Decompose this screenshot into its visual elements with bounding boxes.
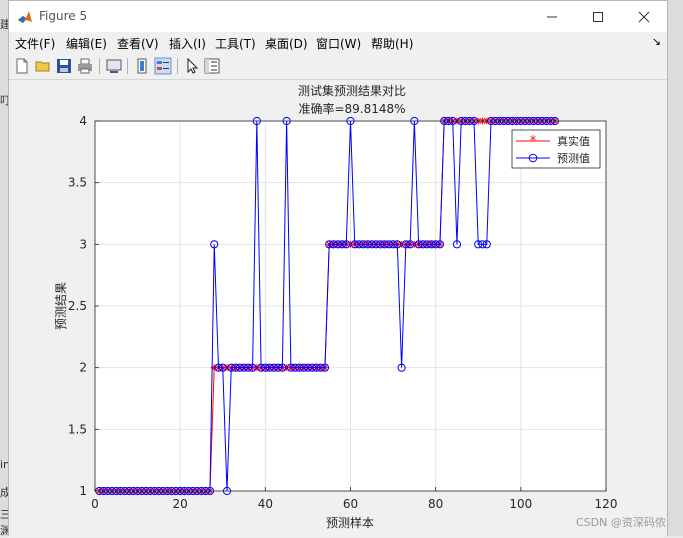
menu-view[interactable]: 查看(V) <box>117 35 159 52</box>
save-icon[interactable] <box>55 57 73 75</box>
dock-arrow-icon[interactable]: ↘ <box>652 35 661 48</box>
maximize-icon <box>593 11 603 22</box>
maximize-button[interactable] <box>575 1 621 32</box>
matlab-logo-icon <box>18 11 32 23</box>
window-title: Figure 5 <box>39 9 88 23</box>
x-tick-label: 20 <box>173 497 188 511</box>
toolbar-separator <box>99 58 100 74</box>
x-tick-label: 120 <box>595 497 618 511</box>
legend-label-pred: 预测值 <box>557 152 590 165</box>
close-button[interactable] <box>621 1 667 32</box>
plot-subtitle: 准确率=89.8148% <box>298 101 405 116</box>
insert-legend-icon[interactable] <box>154 57 172 75</box>
minimize-button[interactable] <box>529 1 575 32</box>
toolbar <box>9 53 667 80</box>
new-figure-icon[interactable] <box>13 57 31 75</box>
menu-desktop[interactable]: 桌面(D) <box>265 35 308 52</box>
x-axis-label: 预测样本 <box>326 515 374 530</box>
y-tick-label: 3 <box>79 237 87 251</box>
edit-plot-arrow-icon[interactable] <box>183 57 201 75</box>
x-tick-label: 60 <box>343 497 358 511</box>
menu-insert[interactable]: 插入(I) <box>169 35 206 52</box>
legend-label-true: 真实值 <box>557 134 590 148</box>
minimize-icon <box>547 16 557 17</box>
link-figure-icon[interactable] <box>105 57 123 75</box>
legend[interactable]: * 真实值 预测值 <box>511 129 601 169</box>
plot-svg: 测试集预测结果对比 准确率=89.8148% 0 20 40 60 80 100 120 1 1… <box>54 83 618 530</box>
legend-marker-true: * <box>530 134 537 149</box>
y-axis-label: 预测结果 <box>54 282 68 330</box>
watermark: CSDN @资深码侬 <box>576 516 666 529</box>
y-tick-label: 1.5 <box>68 422 87 436</box>
menu-help[interactable]: 帮助(H) <box>371 35 413 52</box>
y-tick-label: 4 <box>79 114 87 128</box>
menu-bar: 文件(F) 编辑(E) 查看(V) 插入(I) 工具(T) 桌面(D) 窗口(W… <box>9 32 667 53</box>
figure-canvas: 测试集预测结果对比 准确率=89.8148% 0 20 40 60 80 100 120 1 1… <box>9 80 667 537</box>
background-window-right <box>668 0 683 536</box>
y-tick-label: 2.5 <box>68 299 87 313</box>
figure-window: Figure 5 文件(F) 编辑(E) 查看(V) 插入(I) 工具(T) 桌… <box>8 0 668 537</box>
toolbar-separator <box>177 58 178 74</box>
property-inspector-icon[interactable] <box>203 57 221 75</box>
x-tick-label: 40 <box>258 497 273 511</box>
x-tick-label: 100 <box>509 497 532 511</box>
title-bar[interactable]: Figure 5 <box>9 1 667 32</box>
print-icon[interactable] <box>76 57 94 75</box>
insert-colorbar-icon[interactable] <box>133 57 151 75</box>
menu-window[interactable]: 窗口(W) <box>316 35 361 52</box>
plot-title: 测试集预测结果对比 <box>298 83 406 98</box>
x-tick-label: 0 <box>91 497 99 511</box>
open-file-icon[interactable] <box>34 57 52 75</box>
y-tick-label: 3.5 <box>68 176 87 190</box>
y-tick-label: 1 <box>79 484 87 498</box>
y-tick-label: 2 <box>79 361 87 375</box>
x-tick-label: 80 <box>428 497 443 511</box>
menu-tools[interactable]: 工具(T) <box>215 35 256 52</box>
close-icon <box>638 11 650 22</box>
menu-edit[interactable]: 编辑(E) <box>66 35 107 52</box>
toolbar-separator <box>127 58 128 74</box>
menu-file[interactable]: 文件(F) <box>15 35 55 52</box>
